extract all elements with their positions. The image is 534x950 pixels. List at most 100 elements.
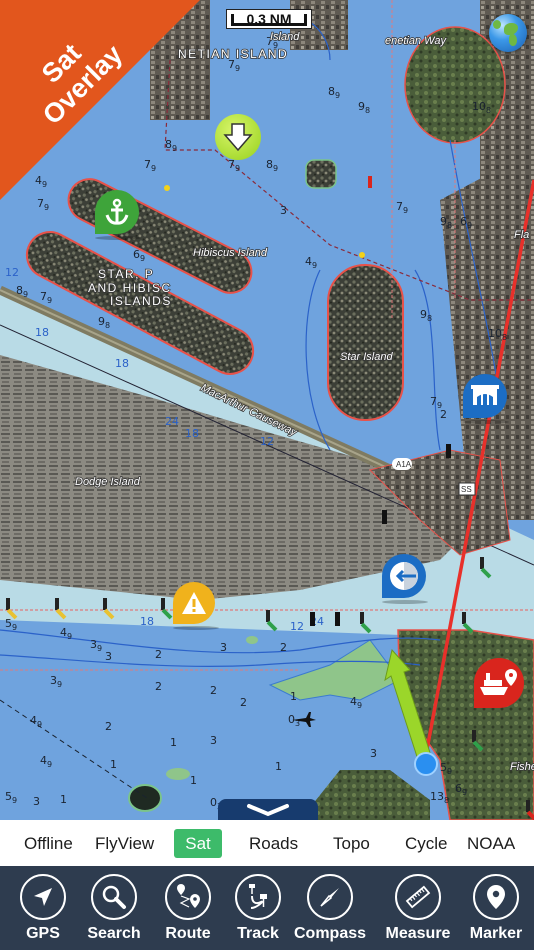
compass-icon bbox=[320, 888, 339, 907]
route-shield-ss: SS bbox=[458, 482, 476, 496]
svg-text:39: 39 bbox=[90, 638, 102, 653]
svg-text:98: 98 bbox=[420, 308, 432, 323]
layer-tab-cycle[interactable]: Cycle bbox=[399, 829, 454, 858]
svg-text:49: 49 bbox=[40, 754, 52, 769]
svg-text:3: 3 bbox=[280, 204, 287, 217]
svg-text:1: 1 bbox=[290, 690, 297, 703]
depth-contour bbox=[305, 269, 331, 451]
svg-text:79: 79 bbox=[228, 158, 240, 173]
label-star-palm-2: AND HIBISC bbox=[88, 281, 172, 295]
layer-tab-noaa[interactable]: NOAA bbox=[461, 829, 521, 858]
svg-text:49: 49 bbox=[60, 626, 72, 641]
marker-label: Marker bbox=[469, 925, 523, 942]
svg-text:89: 89 bbox=[328, 85, 340, 100]
gps-label: GPS bbox=[26, 925, 60, 942]
svg-text:49: 49 bbox=[305, 255, 317, 270]
search-button[interactable]: Search bbox=[76, 874, 152, 943]
ruler-icon bbox=[405, 885, 431, 909]
layer-tab-topo[interactable]: Topo bbox=[327, 829, 376, 858]
route-button[interactable]: Route bbox=[150, 874, 226, 943]
layer-tab-flyview[interactable]: FlyView bbox=[89, 829, 160, 858]
svg-text:12: 12 bbox=[290, 620, 304, 633]
bottom-toolbar: GPS Search Route Track Compass Measure M… bbox=[0, 866, 534, 950]
label-star-palm-1: STAR, P bbox=[98, 267, 154, 281]
gps-button[interactable]: GPS bbox=[5, 874, 81, 943]
label-star-palm-3: ISLANDS bbox=[110, 294, 172, 308]
svg-text:79: 79 bbox=[396, 200, 408, 215]
svg-text:79: 79 bbox=[40, 290, 52, 305]
svg-text:2: 2 bbox=[280, 641, 287, 654]
small-island bbox=[305, 159, 337, 189]
svg-text:12: 12 bbox=[5, 266, 19, 279]
track-button[interactable]: Track bbox=[220, 874, 296, 943]
compass-label: Compass bbox=[293, 925, 367, 942]
svg-text:3: 3 bbox=[33, 795, 40, 808]
gps-position bbox=[414, 752, 438, 776]
marina-marker[interactable] bbox=[474, 658, 524, 708]
route-icon bbox=[177, 884, 200, 908]
warning-icon bbox=[182, 592, 206, 614]
nautical-chart-map[interactable]: 79 79 89 98 108 89 79 89 79 49 79 69 3 4… bbox=[0, 0, 534, 820]
svg-text:18: 18 bbox=[35, 326, 49, 339]
scale-bar: 0.3 NM bbox=[226, 9, 312, 29]
anchor-icon bbox=[105, 198, 129, 225]
svg-text:39: 39 bbox=[50, 674, 62, 689]
ship-icon bbox=[480, 669, 517, 695]
bridge-marker[interactable] bbox=[463, 374, 509, 424]
svg-text:79: 79 bbox=[144, 158, 156, 173]
svg-text:1: 1 bbox=[275, 760, 282, 773]
track-label: Track bbox=[237, 925, 279, 942]
svg-text:2: 2 bbox=[155, 648, 162, 661]
anchorage-marker[interactable] bbox=[95, 190, 141, 240]
svg-text:3: 3 bbox=[220, 641, 227, 654]
warning-marker[interactable] bbox=[173, 582, 219, 630]
virginia-key bbox=[300, 770, 430, 820]
svg-text:3: 3 bbox=[370, 747, 377, 760]
download-marker[interactable] bbox=[215, 114, 261, 160]
layer-tab-offline[interactable]: Offline bbox=[18, 829, 79, 858]
measure-label: Measure bbox=[385, 925, 451, 942]
compass-button[interactable]: Compass bbox=[292, 874, 368, 943]
svg-text:18: 18 bbox=[115, 357, 129, 370]
svg-text:1: 1 bbox=[60, 793, 67, 806]
marker-button[interactable]: Marker bbox=[458, 874, 534, 943]
label-hibiscus-island: Hibiscus Island bbox=[193, 247, 268, 259]
svg-text:49: 49 bbox=[35, 174, 47, 189]
label-dodge-island: Dodge Island bbox=[75, 476, 141, 488]
label-island-top: Island bbox=[270, 31, 300, 43]
svg-text:49: 49 bbox=[30, 714, 42, 729]
svg-text:SS: SS bbox=[461, 485, 472, 494]
star-island bbox=[327, 264, 404, 421]
map-layer-selector: Offline FlyView Sat Roads Topo Cycle NOA… bbox=[0, 820, 534, 866]
svg-text:3: 3 bbox=[210, 734, 217, 747]
depth-contour bbox=[414, 269, 441, 451]
download-arrow-icon bbox=[223, 123, 253, 152]
measure-button[interactable]: Measure bbox=[380, 874, 456, 943]
svg-text:18: 18 bbox=[140, 615, 154, 628]
svg-text:1: 1 bbox=[110, 758, 117, 771]
track-icon bbox=[249, 884, 267, 909]
label-venetian-way: enetian Way bbox=[385, 35, 447, 47]
layer-tab-roads[interactable]: Roads bbox=[243, 829, 304, 858]
bridge-icon bbox=[471, 385, 499, 405]
svg-text:2: 2 bbox=[240, 696, 247, 709]
svg-text:79: 79 bbox=[37, 197, 49, 212]
svg-text:89: 89 bbox=[165, 138, 177, 153]
collapse-panel-button[interactable] bbox=[218, 799, 318, 820]
globe-icon[interactable] bbox=[489, 14, 527, 52]
chevron-down-icon bbox=[247, 804, 289, 817]
svg-text:18: 18 bbox=[185, 427, 199, 440]
svg-text:2: 2 bbox=[440, 408, 447, 421]
svg-text:59: 59 bbox=[5, 790, 17, 805]
label-star-island: Star Island bbox=[340, 351, 393, 363]
svg-text:2: 2 bbox=[105, 720, 112, 733]
svg-text:A1A: A1A bbox=[396, 460, 412, 469]
layer-tab-sat[interactable]: Sat bbox=[174, 829, 222, 858]
navigation-arrow-icon bbox=[34, 888, 52, 906]
exit-marker[interactable] bbox=[382, 554, 428, 604]
svg-text:98: 98 bbox=[98, 315, 110, 330]
route-shield-a1a: A1A bbox=[392, 458, 412, 470]
svg-text:1: 1 bbox=[170, 736, 177, 749]
svg-text:2: 2 bbox=[210, 684, 217, 697]
label-fisher: Fishe bbox=[510, 761, 534, 773]
